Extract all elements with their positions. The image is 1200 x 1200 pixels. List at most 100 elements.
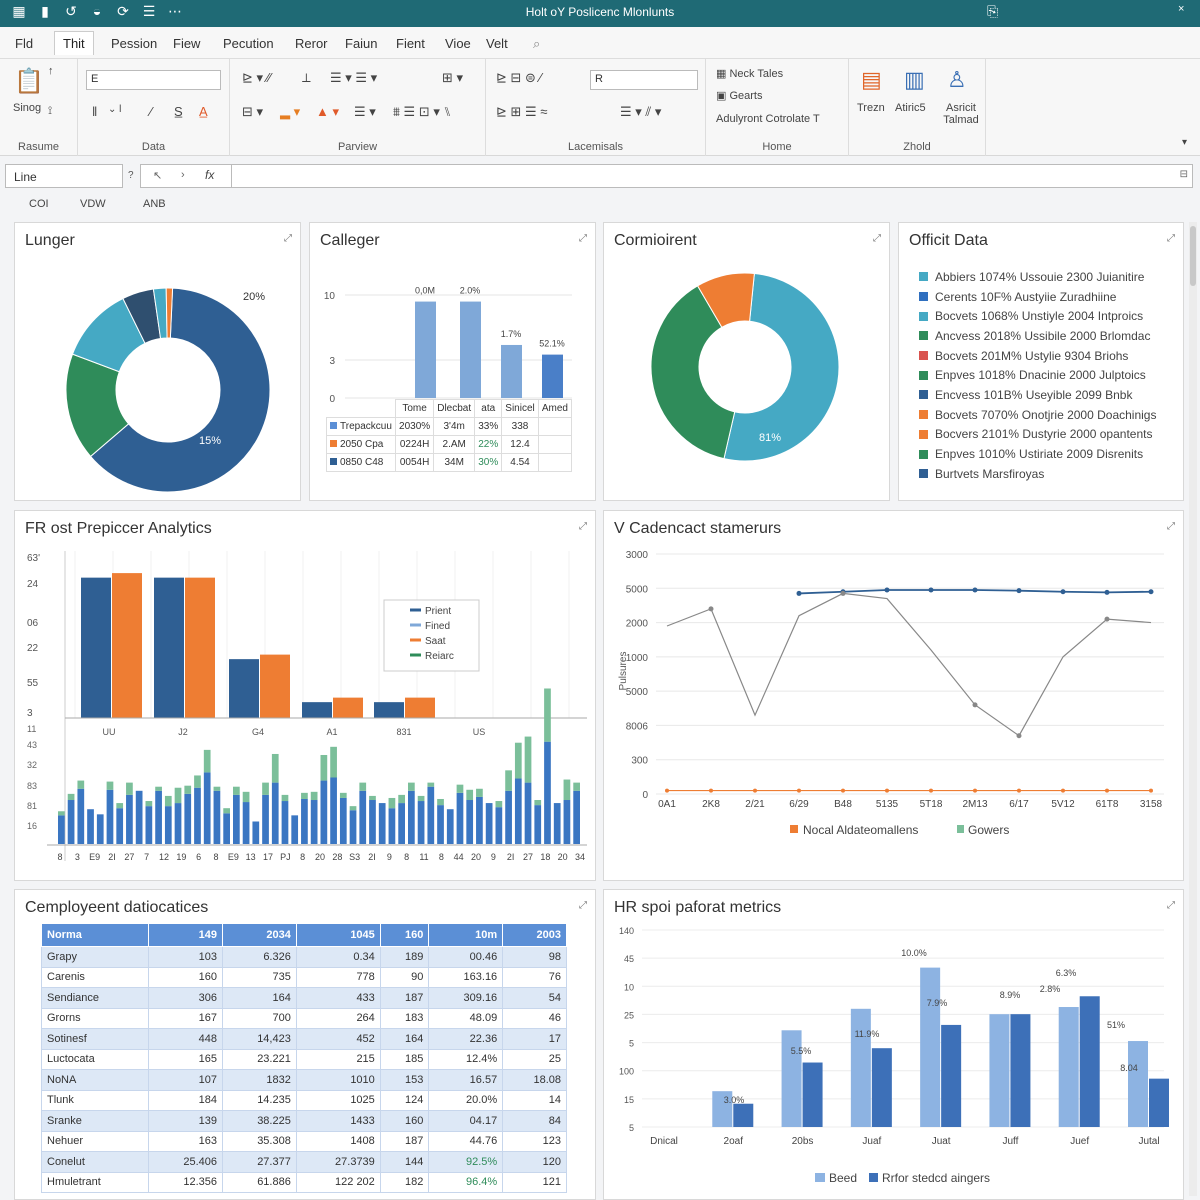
neck-tales-button[interactable]: ▦ Neck Tales (716, 67, 783, 80)
table-row[interactable]: Nehuer 163 35.308 1408 187 44.76 123 (40, 1130, 567, 1152)
table-row[interactable]: Grapy 103 6.326 0.34 189 00.46 98 (40, 946, 567, 968)
atiric-button[interactable]: Atiric5 (895, 102, 926, 114)
menu-view[interactable]: Fiew (173, 36, 200, 51)
table-cell[interactable]: 84 (502, 1110, 567, 1132)
italic-icon[interactable]: ⁄ (150, 104, 152, 119)
table-cell[interactable]: 92.5% (428, 1151, 504, 1173)
sort-icon[interactable]: ⊵ ⊞ ☰ ≈ (496, 104, 547, 120)
table-cell[interactable]: 160 (148, 966, 223, 988)
paste-button-label[interactable]: Sinog (13, 102, 41, 114)
font-color-icon[interactable]: A̲ (199, 104, 208, 119)
table-header-cell[interactable]: 149 (148, 923, 223, 947)
table-cell[interactable]: Sotinesf (40, 1028, 150, 1050)
table-cell[interactable]: 448 (148, 1028, 223, 1050)
table-row[interactable]: Luctocata 165 23.221 215 185 12.4% 25 (40, 1048, 567, 1070)
expand-icon[interactable]: ⤢ (579, 900, 587, 911)
menu-review[interactable]: Reror (295, 36, 328, 51)
view-tab[interactable]: ANB (143, 198, 166, 210)
table-cell[interactable]: 22.36 (428, 1028, 504, 1050)
table-row[interactable]: Tlunk 184 14.235 1025 124 20.0% 14 (40, 1089, 567, 1111)
table-cell[interactable]: Sendiance (40, 987, 150, 1009)
formula-input[interactable]: ↖ › fx ⊟ (140, 164, 1193, 188)
table-cell[interactable]: 1433 (295, 1110, 381, 1132)
table-cell[interactable]: 25.406 (148, 1151, 223, 1173)
indent-icon[interactable]: ⊵ ▾ ⁄⁄ (242, 70, 271, 86)
tell-me-icon[interactable]: ⌕ (533, 36, 540, 52)
table-cell[interactable]: 164 (222, 987, 297, 1009)
table-cell[interactable]: Grapy (40, 946, 150, 968)
asricit-button[interactable]: Asricit Talmad (941, 102, 981, 126)
table-row[interactable]: Hmuletrant 12.356 61.886 122 202 182 96.4% 121 (40, 1171, 567, 1193)
table-cell[interactable]: 18.08 (502, 1069, 567, 1091)
table-row[interactable]: Grorns 167 700 264 183 48.09 46 (40, 1007, 567, 1029)
table-cell[interactable]: 76 (502, 966, 567, 988)
table-cell[interactable]: 16.57 (428, 1069, 504, 1091)
table-cell[interactable]: 167 (148, 1007, 223, 1029)
table-cell[interactable]: Hmuletrant (40, 1171, 150, 1193)
table-row[interactable]: Carenis 160 735 778 90 163.16 76 (40, 966, 567, 988)
table-cell[interactable]: Tlunk (40, 1089, 150, 1111)
chart-tools-icon[interactable]: ⩩ ☰ ⊡ ▾ ⑊ (393, 104, 451, 120)
view-tab[interactable]: COI (29, 198, 49, 210)
table-row[interactable]: NoNA 107 1832 1010 153 16.57 18.08 (40, 1069, 567, 1091)
table-cell[interactable]: 309.16 (428, 987, 504, 1009)
merge-icon[interactable]: ⊞ ▾ (442, 70, 463, 86)
table-cell[interactable]: 160 (379, 1110, 430, 1132)
table-cell[interactable]: 25 (502, 1048, 567, 1070)
table-cell[interactable]: 123 (502, 1130, 567, 1152)
enter-icon[interactable]: › (181, 169, 185, 181)
table-cell[interactable]: 6.326 (222, 946, 297, 968)
table-cell[interactable]: 1832 (222, 1069, 297, 1091)
table-cell[interactable]: 17 (502, 1028, 567, 1050)
table-cell[interactable]: 778 (295, 966, 381, 988)
table-cell[interactable]: 14.235 (222, 1089, 297, 1111)
paste-icon[interactable]: 📋 (14, 67, 44, 96)
table-cell[interactable]: 23.221 (222, 1048, 297, 1070)
table-cell[interactable]: 1010 (295, 1069, 381, 1091)
table-cell[interactable]: Sranke (40, 1110, 150, 1132)
wrap-text-icon[interactable]: ☰ ▾ (354, 104, 376, 120)
table-cell[interactable]: 124 (379, 1089, 430, 1111)
table-header-cell[interactable]: 160 (379, 923, 430, 947)
document-icon[interactable]: ▥ (904, 67, 925, 93)
trezn-button[interactable]: Trezn (857, 102, 885, 114)
table-cell[interactable]: Nehuer (40, 1130, 150, 1152)
fill-color-icon[interactable]: ▂ ▾ (280, 104, 300, 120)
table-cell[interactable]: 0.34 (295, 946, 381, 968)
table-cell[interactable]: 27.3739 (295, 1151, 381, 1173)
filter-icon[interactable]: ☰ ▾ ⫽ ▾ (620, 104, 661, 120)
table-cell[interactable]: 12.4% (428, 1048, 504, 1070)
share-icon[interactable]: ⎘ (987, 3, 998, 20)
table-cell[interactable]: 452 (295, 1028, 381, 1050)
expand-formula-icon[interactable]: ⊟ (1180, 169, 1188, 180)
align-icon[interactable]: ⌄ l (108, 104, 121, 115)
table-row[interactable]: Conelut 25.406 27.377 27.3739 144 92.5% 120 (40, 1151, 567, 1173)
table-cell[interactable]: 144 (379, 1151, 430, 1173)
table-header-cell[interactable]: Norma (40, 923, 150, 947)
table-cell[interactable]: 184 (148, 1089, 223, 1111)
adulyront-button[interactable]: Adulyront Cotrolate T (716, 113, 820, 125)
table-cell[interactable]: 35.308 (222, 1130, 297, 1152)
table-cell[interactable]: 185 (379, 1048, 430, 1070)
table-cell[interactable]: 61.886 (222, 1171, 297, 1193)
table-cell[interactable]: 46 (502, 1007, 567, 1029)
table-cell[interactable]: 96.4% (428, 1171, 504, 1193)
name-box-dropdown-icon[interactable]: ? (128, 170, 134, 181)
menu-font[interactable]: Fient (396, 36, 425, 51)
table-cell[interactable]: 121 (502, 1171, 567, 1193)
function-icon[interactable]: fx (205, 168, 214, 182)
table-cell[interactable]: 38.225 (222, 1110, 297, 1132)
table-row[interactable]: Sotinesf 448 14,423 452 164 22.36 17 (40, 1028, 567, 1050)
highlight-icon[interactable]: ▲ ▾ (316, 104, 339, 120)
menu-format[interactable]: Faiun (345, 36, 378, 51)
close-icon[interactable]: × (1178, 3, 1184, 15)
name-box[interactable]: Line (5, 164, 123, 188)
table-cell[interactable]: Grorns (40, 1007, 150, 1029)
table-cell[interactable]: 120 (502, 1151, 567, 1173)
underline-icon[interactable]: S̲ (174, 104, 183, 119)
cancel-icon[interactable]: ↖ (153, 169, 162, 182)
table-header-cell[interactable]: 1045 (295, 923, 381, 947)
table-cell[interactable]: Carenis (40, 966, 150, 988)
table-cell[interactable]: 12.356 (148, 1171, 223, 1193)
text-direction-icon[interactable]: ⟂ (302, 70, 311, 86)
